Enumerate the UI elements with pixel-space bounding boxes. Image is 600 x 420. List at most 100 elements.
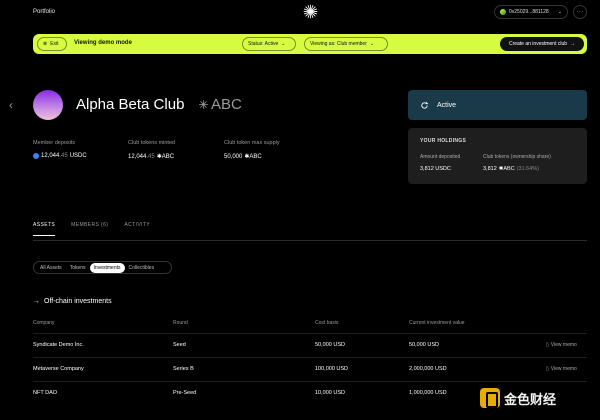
stat-unit: ABC bbox=[249, 153, 262, 160]
usdc-icon bbox=[33, 153, 39, 159]
stat-value: 12,044.45 ✱ ABC bbox=[128, 153, 175, 161]
club-symbol: ABC bbox=[198, 96, 242, 113]
cell-cost-basis: 100,000 USD bbox=[315, 366, 349, 372]
filter-tokens[interactable]: Tokens bbox=[66, 263, 90, 273]
holdings-deposited: Amount deposited 3,812 USDC bbox=[420, 154, 460, 172]
view-memo-button[interactable]: ▯ View memo bbox=[546, 342, 577, 348]
exit-label: Exit bbox=[50, 41, 59, 47]
viewing-as-label: Viewing as: Club member bbox=[310, 41, 367, 47]
club-symbol-text: ABC bbox=[211, 96, 242, 113]
section-title-text: Off-chain investments bbox=[44, 298, 112, 305]
stat-value-decimal: .45 bbox=[146, 153, 155, 160]
viewing-as-select[interactable]: Viewing as: Club member ⌄ bbox=[304, 37, 388, 51]
create-club-button[interactable]: Create an investment club → bbox=[500, 37, 584, 51]
column-header-round: Round bbox=[173, 320, 188, 326]
arrow-right-icon: → bbox=[33, 298, 40, 305]
back-chevron-icon[interactable]: ‹ bbox=[9, 98, 13, 112]
stat-value-main: 50,000 bbox=[224, 153, 243, 160]
holdings-deposited-label: Amount deposited bbox=[420, 154, 461, 160]
filter-collectibles[interactable]: Collectibles bbox=[125, 263, 159, 273]
tab-members[interactable]: MEMBERS (6) bbox=[71, 222, 108, 236]
wallet-address: 0x25029...881128 bbox=[509, 9, 549, 15]
cell-cost-basis: 50,000 USD bbox=[315, 342, 345, 348]
status-label: Status: Active bbox=[248, 41, 279, 47]
cell-round: Series B bbox=[173, 366, 194, 372]
cell-cost-basis: 10,000 USD bbox=[315, 390, 345, 396]
exit-icon: ⊗ bbox=[43, 41, 48, 47]
cell-current-value: 1,000,000 USD bbox=[409, 390, 447, 396]
exit-demo-button[interactable]: ⊗ Exit bbox=[37, 37, 67, 51]
status-select[interactable]: Status: Active ⌄ bbox=[242, 37, 296, 51]
cell-current-value: 50,000 USD bbox=[409, 342, 439, 348]
holdings-tokens: Club tokens (ownership share) 3,812 ✱ ABC… bbox=[483, 154, 551, 172]
stat-club-tokens-minted: Club tokens minted 12,044.45 ✱ ABC bbox=[128, 140, 175, 160]
cell-company: NFT DAO bbox=[33, 390, 58, 396]
chevron-down-icon: ⌄ bbox=[281, 41, 286, 47]
demo-mode-text: Viewing demo mode bbox=[74, 40, 132, 46]
stat-unit: USDC bbox=[69, 153, 87, 159]
wallet-button[interactable]: 0x25029...881128 ⌄ bbox=[494, 5, 568, 19]
watermark-text: 金色财经 bbox=[504, 391, 557, 407]
view-memo-button[interactable]: ▯ View memo bbox=[546, 366, 577, 372]
filter-all-assets[interactable]: All Assets bbox=[36, 263, 66, 273]
chevron-down-icon: ⌄ bbox=[369, 41, 375, 47]
your-holdings-card: YOUR HOLDINGS Amount deposited 3,812 USD… bbox=[408, 128, 587, 184]
stat-club-token-max-supply: Club token max supply 50,000 ✱ ABC bbox=[224, 140, 280, 160]
stat-value-decimal: .45 bbox=[59, 153, 68, 159]
club-status-text: Active bbox=[437, 101, 457, 109]
cell-round: Seed bbox=[173, 342, 186, 348]
refresh-icon bbox=[421, 101, 429, 109]
stat-value-main: 12,044 bbox=[41, 153, 60, 159]
tab-activity[interactable]: ACTIVITY bbox=[124, 222, 150, 236]
stat-label: Club tokens minted bbox=[128, 140, 176, 146]
cell-company: Syndicate Demo Inc. bbox=[33, 342, 84, 348]
filter-investments[interactable]: Investments bbox=[89, 262, 125, 273]
table-row[interactable]: Metaverse Company Series B 100,000 USD 2… bbox=[33, 357, 587, 379]
view-memo-label: View memo bbox=[550, 342, 577, 348]
syndicate-logo-icon[interactable] bbox=[302, 3, 319, 20]
stat-value: 12,044.45 USDC bbox=[33, 153, 87, 159]
document-icon: ▯ bbox=[546, 366, 549, 372]
cell-round: Pre-Seed bbox=[173, 390, 197, 396]
cell-current-value: 2,000,000 USD bbox=[409, 366, 447, 372]
holdings-tokens-value: 3,812 ✱ ABC (31.64%) bbox=[483, 166, 551, 172]
column-header-current-value: Current investment value bbox=[409, 320, 465, 326]
table-row[interactable]: Syndicate Demo Inc. Seed 50,000 USD 50,0… bbox=[33, 333, 587, 355]
club-avatar bbox=[33, 90, 63, 120]
club-tabs: ASSETS MEMBERS (6) ACTIVITY bbox=[33, 222, 150, 236]
column-header-company: Company bbox=[33, 320, 55, 326]
holdings-tokens-share: (31.64%) bbox=[516, 166, 540, 172]
stat-label: Club token max supply bbox=[224, 140, 280, 146]
column-header-cost-basis: Cost basis bbox=[315, 320, 339, 326]
document-icon: ▯ bbox=[546, 342, 549, 348]
holdings-tokens-label: Club tokens (ownership share) bbox=[483, 154, 551, 160]
portfolio-link[interactable]: Portfolio bbox=[33, 9, 55, 15]
holdings-title: YOUR HOLDINGS bbox=[420, 138, 467, 144]
club-name: Alpha Beta Club bbox=[76, 96, 185, 113]
stat-unit: ABC bbox=[161, 153, 175, 160]
holdings-tokens-amount: 3,812 bbox=[483, 166, 497, 172]
holdings-deposited-value: 3,812 USDC bbox=[420, 166, 451, 172]
cell-company: Metaverse Company bbox=[33, 366, 84, 372]
holdings-tokens-unit: ABC bbox=[503, 166, 515, 172]
section-title: → Off-chain investments bbox=[33, 298, 112, 305]
tabs-divider bbox=[33, 240, 587, 241]
tab-assets[interactable]: ASSETS bbox=[33, 222, 56, 236]
token-icon bbox=[199, 100, 208, 109]
stat-value: 50,000 ✱ ABC bbox=[224, 153, 280, 161]
watermark-logo-icon bbox=[480, 388, 500, 408]
asset-filter: All Assets Tokens Investments Collectibl… bbox=[33, 261, 172, 274]
arrow-right-icon: → bbox=[570, 41, 576, 47]
wallet-avatar bbox=[500, 9, 506, 15]
view-memo-label: View memo bbox=[550, 366, 577, 372]
stat-value-main: 12,044 bbox=[128, 153, 147, 160]
table-header: Company Round Cost basis Current investm… bbox=[33, 320, 587, 328]
more-options-button[interactable]: ··· bbox=[573, 5, 587, 19]
top-bar: Portfolio 0x25029...881128 ⌄ ··· bbox=[0, 0, 600, 26]
watermark: 金色财经 bbox=[480, 388, 556, 408]
club-status-card: Active bbox=[408, 90, 587, 120]
create-club-label: Create an investment club bbox=[508, 41, 568, 47]
demo-mode-banner: ⊗ Exit Viewing demo mode Status: Active … bbox=[33, 34, 587, 54]
stat-label: Member deposits bbox=[33, 140, 76, 146]
chevron-down-icon: ⌄ bbox=[557, 9, 562, 15]
